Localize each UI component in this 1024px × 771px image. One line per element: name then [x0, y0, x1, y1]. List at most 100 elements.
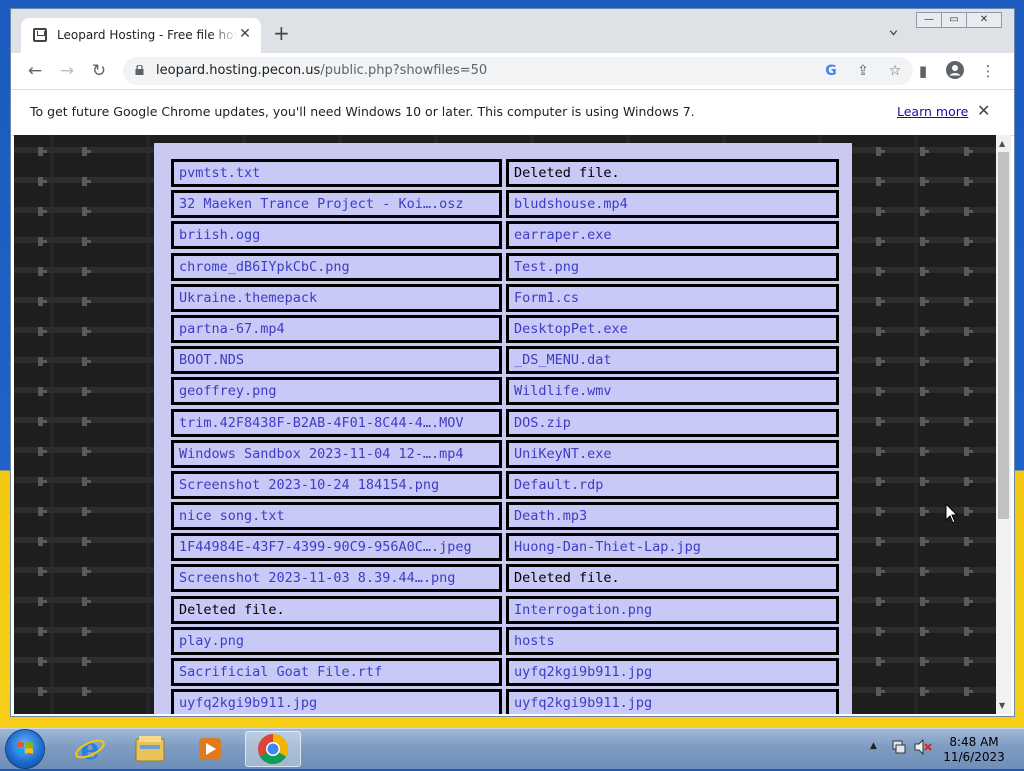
file-link[interactable]: partna-67.mp4	[171, 314, 502, 343]
pattern-mark	[920, 297, 929, 306]
file-row: Windows Sandbox 2023-11-04 12-….mp4 UniKe…	[171, 439, 839, 468]
file-link[interactable]: bludshouse.mp4	[506, 190, 839, 219]
lock-icon	[135, 65, 144, 75]
file-link[interactable]: chrome_dB6IYpkCbC.png	[171, 252, 502, 281]
file-link[interactable]: BOOT.NDS	[171, 346, 502, 375]
file-link[interactable]: Wildlife.wmv	[506, 377, 839, 406]
file-link[interactable]: Form1.cs	[506, 283, 839, 312]
file-link[interactable]: UniKeyNT.exe	[506, 439, 839, 468]
pattern-mark	[964, 297, 973, 306]
file-link[interactable]: Screenshot 2023-11-03 8.39.44….png	[171, 564, 502, 593]
pattern-mark	[38, 477, 47, 486]
file-link[interactable]: Sacrificial Goat File.rtf	[171, 658, 502, 686]
file-link[interactable]: Default.rdp	[506, 470, 839, 499]
file-link[interactable]: uyfq2kgi9b911.jpg	[506, 658, 839, 686]
file-link[interactable]: play.png	[171, 626, 502, 655]
pattern-mark	[964, 567, 973, 576]
scroll-up-arrow-icon[interactable]: ▲	[999, 139, 1005, 148]
file-link[interactable]: hosts	[506, 626, 839, 655]
pattern-mark	[38, 567, 47, 576]
file-row: Screenshot 2023-11-03 8.39.44….png Delete…	[171, 564, 839, 593]
menu-dots-icon[interactable]: ⋮	[978, 61, 998, 81]
pattern-mark	[920, 627, 929, 636]
scrollbar-thumb[interactable]	[998, 152, 1009, 519]
pattern-mark	[920, 507, 929, 516]
file-link[interactable]: nice song.txt	[171, 502, 502, 531]
network-icon[interactable]	[891, 739, 907, 755]
forward-button[interactable]: →	[57, 61, 77, 81]
file-link[interactable]: geoffrey.png	[171, 377, 502, 406]
file-link[interactable]: Ukraine.themepack	[171, 283, 502, 312]
reload-button[interactable]: ↻	[89, 61, 109, 81]
file-row: 32 Maeken Trance Project - Koi….osz bluds…	[171, 190, 839, 219]
pattern-mark	[920, 567, 929, 576]
media-player-icon[interactable]	[182, 731, 238, 767]
file-link[interactable]: 32 Maeken Trance Project - Koi….osz	[171, 190, 502, 219]
vertical-scrollbar[interactable]: ▲ ▼	[996, 135, 1011, 714]
pattern-mark	[38, 417, 47, 426]
chrome-icon[interactable]	[245, 731, 301, 767]
maximize-button[interactable]: ▭	[941, 12, 967, 28]
browser-tab[interactable]: Leopard Hosting - Free file hosting ✕	[21, 18, 261, 53]
url-text[interactable]: leopard.hosting.pecon.us/public.php?show…	[156, 63, 487, 78]
start-button[interactable]	[6, 730, 44, 768]
infobar-message: To get future Google Chrome updates, you…	[30, 104, 695, 119]
pattern-mark	[920, 327, 929, 336]
infobar-close-icon[interactable]: ✕	[977, 101, 990, 120]
file-link[interactable]: uyfq2kgi9b911.jpg	[171, 689, 502, 714]
file-link[interactable]: briish.ogg	[171, 221, 502, 250]
file-link[interactable]: earraper.exe	[506, 221, 839, 250]
google-icon[interactable]: G	[822, 62, 840, 80]
learn-more-link[interactable]: Learn more	[897, 104, 968, 119]
pattern-mark	[920, 657, 929, 666]
pattern-mark	[876, 207, 885, 216]
file-row: nice song.txt Death.mp3	[171, 502, 839, 531]
new-tab-button[interactable]: +	[273, 23, 290, 43]
file-link[interactable]: Death.mp3	[506, 502, 839, 531]
file-link[interactable]: trim.42F8438F-B2AB-4F01-8C44-4….MOV	[171, 408, 502, 437]
tab-close-icon[interactable]: ✕	[237, 26, 253, 42]
pattern-mark	[38, 147, 47, 156]
file-link[interactable]: DOS.zip	[506, 408, 839, 437]
internet-explorer-icon[interactable]: e	[62, 731, 118, 767]
share-icon[interactable]: ⇪	[854, 62, 872, 80]
file-link[interactable]: uyfq2kgi9b911.jpg	[506, 689, 839, 714]
pattern-mark	[920, 177, 929, 186]
minimize-button[interactable]: —	[916, 12, 942, 28]
pattern-mark	[964, 357, 973, 366]
pattern-mark	[38, 177, 47, 186]
pattern-mark	[876, 147, 885, 156]
clock-date: 11/6/2023	[943, 750, 1005, 764]
floppy-disk-icon	[33, 28, 47, 42]
pattern-mark	[920, 447, 929, 456]
profile-avatar-icon[interactable]	[945, 61, 965, 81]
file-link[interactable]: Interrogation.png	[506, 595, 839, 624]
tab-search-chevron-icon[interactable]	[888, 29, 899, 37]
side-panel-icon[interactable]: ▮	[913, 61, 933, 81]
pattern-mark	[920, 207, 929, 216]
deleted-file-cell: Deleted file.	[506, 564, 839, 593]
file-link[interactable]: Screenshot 2023-10-24 184154.png	[171, 470, 502, 499]
pattern-mark	[920, 237, 929, 246]
pattern-mark	[876, 177, 885, 186]
volume-muted-icon[interactable]	[914, 738, 932, 756]
system-clock[interactable]: 8:48 AM 11/6/2023	[934, 735, 1014, 765]
file-link[interactable]: Huong-Dan-Thiet-Lap.jpg	[506, 533, 839, 562]
file-link[interactable]: Test.png	[506, 252, 839, 281]
pattern-mark	[964, 687, 973, 696]
scroll-down-arrow-icon[interactable]: ▼	[999, 701, 1005, 710]
bookmark-star-icon[interactable]: ☆	[886, 62, 904, 80]
windows-explorer-icon[interactable]	[122, 731, 178, 767]
pattern-mark	[38, 267, 47, 276]
address-bar[interactable]: leopard.hosting.pecon.us/public.php?show…	[123, 57, 913, 85]
windows-taskbar: e ▲ 8:48 AM 11/6/2023	[0, 728, 1024, 769]
file-link[interactable]: Windows Sandbox 2023-11-04 12-….mp4	[171, 439, 502, 468]
close-window-button[interactable]: ✕	[966, 12, 1002, 28]
show-hidden-icons-button[interactable]: ▲	[870, 741, 877, 751]
back-button[interactable]: ←	[25, 61, 45, 81]
file-link[interactable]: 1F44984E-43F7-4399-90C9-956A0C….jpeg	[171, 533, 502, 562]
pattern-mark	[38, 507, 47, 516]
file-link[interactable]: pvmtst.txt	[171, 159, 502, 187]
file-link[interactable]: _DS_MENU.dat	[506, 346, 839, 375]
file-link[interactable]: DesktopPet.exe	[506, 314, 839, 343]
